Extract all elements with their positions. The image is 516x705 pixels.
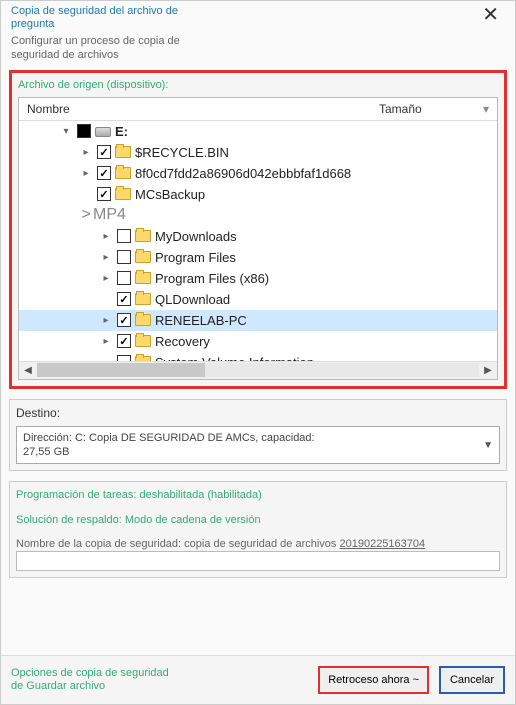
folder-icon [115, 167, 131, 179]
window-title: Copia de seguridad del archivo de pregun… [11, 5, 211, 31]
chevron-down-icon[interactable]: ▼ [477, 439, 493, 452]
scroll-thumb[interactable] [37, 363, 205, 377]
tree-item-label: System Volume Information [155, 355, 314, 361]
tree-item-label: MP4 [93, 206, 126, 224]
source-section: Archivo de origen (dispositivo): Nombre … [9, 70, 507, 389]
tree-row[interactable]: MCsBackup [19, 184, 497, 205]
checkbox[interactable] [117, 271, 131, 285]
destination-line2: 27,55 GB [23, 446, 69, 458]
folder-icon [135, 251, 151, 263]
checkbox[interactable] [117, 292, 131, 306]
destination-section: Destino: Dirección: C: Copia DE SEGURIDA… [9, 399, 507, 472]
tree-item-label: Program Files (x86) [155, 271, 269, 286]
dialog-window: Copia de seguridad del archivo de pregun… [0, 0, 516, 705]
expander-icon[interactable]: ▸ [79, 147, 93, 158]
scroll-left-icon[interactable]: ◀ [19, 365, 37, 376]
checkbox[interactable] [97, 145, 111, 159]
settings-section: Programación de tareas: deshabilitada (h… [9, 481, 507, 578]
backup-name-label: Nombre de la copia de seguridad: copia d… [16, 537, 500, 551]
tree-item-label: RENEELAB-PC [155, 313, 247, 328]
schedule-label[interactable]: Programación de tareas: deshabilitada (h… [16, 488, 276, 502]
expander-icon[interactable]: ▸ [99, 336, 113, 347]
tree-row[interactable]: QLDownload [19, 289, 497, 310]
backup-name-input[interactable] [16, 551, 500, 571]
tree-row[interactable]: ▸ $RECYCLE.BIN [19, 142, 497, 163]
checkbox[interactable] [117, 355, 131, 361]
tree-row[interactable]: ▸ RENEELAB-PC [19, 310, 497, 331]
tree-row[interactable]: ▾ E: [19, 121, 497, 142]
backup-now-button[interactable]: Retroceso ahora ~ [318, 666, 429, 694]
folder-icon [135, 356, 151, 361]
tree-row[interactable]: ▸ Program Files (x86) [19, 268, 497, 289]
subtitle-text: Configurar un proceso de copia de seguri… [1, 31, 221, 69]
footer: Opciones de copia de seguridad de Guarda… [1, 655, 515, 704]
tree-item-label: $RECYCLE.BIN [135, 145, 229, 160]
tree-item-label: E: [115, 124, 128, 139]
checkbox[interactable] [117, 250, 131, 264]
tree-item-label: Program Files [155, 250, 236, 265]
checkbox[interactable] [77, 124, 91, 138]
tree-body[interactable]: ▾ E: ▸ $RECYCLE.BIN ▸ 8f0cd7fdd2a86906d042ebb… [19, 121, 497, 361]
destination-label: Destino: [16, 406, 500, 420]
tree-row[interactable]: System Volume Information [19, 352, 497, 361]
col-size[interactable]: Tamaño [379, 102, 469, 116]
options-link[interactable]: Opciones de copia de seguridad de Guarda… [11, 667, 171, 693]
expander-icon[interactable]: ▾ [59, 126, 73, 137]
tree-header: Nombre Tamaño ▾ [19, 98, 497, 121]
backup-name-timestamp: 20190225163704 [339, 538, 425, 550]
tree-row[interactable]: ▸ Recovery [19, 331, 497, 352]
tree-row[interactable]: ▸ 8f0cd7fdd2a86906d042ebbbfaf1d668 [19, 163, 497, 184]
expander-icon[interactable]: > [79, 206, 93, 224]
tree-item-label: MCsBackup [135, 187, 205, 202]
folder-icon [135, 230, 151, 242]
tree-row[interactable]: ▸ Program Files [19, 247, 497, 268]
horizontal-scrollbar[interactable]: ◀ ▶ [19, 361, 497, 379]
checkbox[interactable] [97, 166, 111, 180]
tree-item-label: 8f0cd7fdd2a86906d042ebbbfaf1d668 [135, 166, 351, 181]
source-label: Archivo de origen (dispositivo): [18, 79, 498, 91]
folder-icon [115, 146, 131, 158]
col-name[interactable]: Nombre [27, 102, 379, 116]
tree-item-label: MyDownloads [155, 229, 237, 244]
tree-item-label: QLDownload [155, 292, 230, 307]
close-icon[interactable]: ✕ [476, 5, 505, 25]
button-group: Retroceso ahora ~ Cancelar [318, 666, 505, 694]
folder-icon [135, 293, 151, 305]
tree-item-label: Recovery [155, 334, 210, 349]
folder-icon [135, 314, 151, 326]
expander-icon[interactable]: ▸ [99, 273, 113, 284]
checkbox[interactable] [117, 313, 131, 327]
checkbox[interactable] [117, 229, 131, 243]
scroll-track[interactable] [37, 363, 479, 377]
checkbox[interactable] [117, 334, 131, 348]
destination-line1: Dirección: C: Copia DE SEGURIDAD DE AMCs… [23, 432, 315, 444]
scroll-right-icon[interactable]: ▶ [479, 365, 497, 376]
backup-name-prefix: Nombre de la copia de seguridad: copia d… [16, 538, 339, 550]
folder-icon [135, 272, 151, 284]
drive-icon [95, 127, 111, 137]
col-menu-icon[interactable]: ▾ [469, 102, 489, 116]
cancel-button[interactable]: Cancelar [439, 666, 505, 694]
destination-text: Dirección: C: Copia DE SEGURIDAD DE AMCs… [23, 431, 477, 460]
expander-icon[interactable]: ▸ [99, 231, 113, 242]
destination-combobox[interactable]: Dirección: C: Copia DE SEGURIDAD DE AMCs… [16, 426, 500, 465]
tree-row[interactable]: ▸ MyDownloads [19, 226, 497, 247]
folder-icon [115, 188, 131, 200]
expander-icon[interactable]: ▸ [99, 315, 113, 326]
solution-label[interactable]: Solución de respaldo: Modo de cadena de … [16, 513, 276, 527]
folder-icon [135, 335, 151, 347]
tree-row[interactable]: >MP4 [19, 205, 497, 226]
checkbox[interactable] [97, 187, 111, 201]
file-tree: Nombre Tamaño ▾ ▾ E: ▸ $RECYCLE.BIN ▸ 8f0cd7f… [18, 97, 498, 380]
expander-icon[interactable]: ▸ [99, 252, 113, 263]
expander-icon[interactable]: ▸ [79, 168, 93, 179]
titlebar: Copia de seguridad del archivo de pregun… [1, 1, 515, 31]
